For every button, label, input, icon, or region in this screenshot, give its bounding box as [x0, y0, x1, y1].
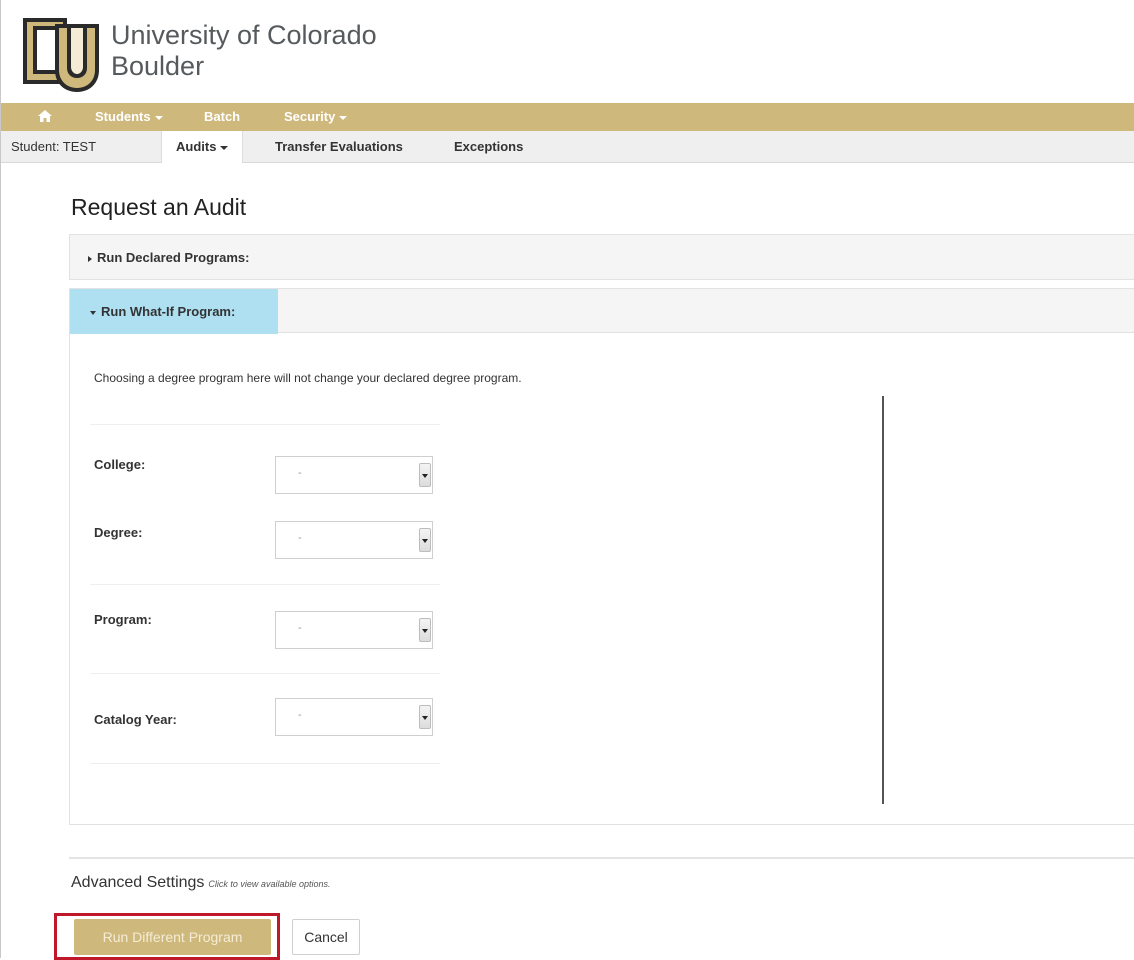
whatif-program-header[interactable]: Run What-If Program:	[70, 289, 278, 334]
university-name: University of Colorado Boulder	[111, 20, 377, 82]
catalog-year-select[interactable]: -	[275, 698, 433, 736]
nav-security[interactable]: Security	[284, 103, 348, 131]
row-divider	[90, 424, 440, 425]
nav-security-label: Security	[284, 109, 336, 124]
advanced-divider	[69, 857, 1134, 859]
run-different-program-button[interactable]: Run Different Program	[74, 919, 271, 955]
college-select-value: -	[298, 467, 302, 479]
primary-nav: Students Batch Security	[1, 103, 1134, 131]
whatif-program-panel: Run What-If Program: Choosing a degree p…	[69, 288, 1134, 825]
tab-audits[interactable]: Audits	[161, 131, 244, 163]
chevron-down-icon[interactable]	[419, 618, 431, 642]
home-icon[interactable]	[37, 103, 53, 131]
chevron-down-icon[interactable]	[419, 705, 431, 729]
university-name-line1: University of Colorado	[111, 20, 377, 50]
catalog-year-label: Catalog Year:	[94, 712, 177, 727]
nav-students[interactable]: Students	[95, 103, 163, 131]
catalog-year-select-value: -	[298, 709, 302, 721]
nav-batch-label: Batch	[204, 109, 241, 124]
cancel-button[interactable]: Cancel	[292, 919, 360, 955]
nav-batch[interactable]: Batch	[204, 103, 240, 131]
university-name-line2: Boulder	[111, 51, 205, 81]
row-divider	[90, 763, 440, 764]
declared-programs-panel[interactable]: Run Declared Programs:	[69, 234, 1134, 280]
tab-audits-label: Audits	[176, 139, 217, 154]
degree-select-value: -	[298, 532, 302, 544]
chevron-down-icon	[220, 145, 229, 150]
cu-logo-icon[interactable]	[17, 14, 103, 96]
tab-exceptions[interactable]: Exceptions	[454, 131, 523, 162]
caret-down-icon	[90, 310, 96, 315]
row-divider	[90, 584, 440, 585]
advanced-settings-hint: Click to view available options.	[208, 879, 331, 889]
declared-programs-label: Run Declared Programs:	[97, 250, 250, 265]
column-divider	[882, 396, 884, 804]
secondary-nav: Student: TEST Audits Transfer Evaluation…	[1, 131, 1134, 163]
tab-exceptions-label: Exceptions	[454, 139, 524, 154]
college-select[interactable]: -	[275, 456, 433, 494]
chevron-down-icon	[339, 115, 348, 120]
nav-students-label: Students	[95, 109, 151, 124]
chevron-down-icon[interactable]	[419, 463, 431, 487]
student-label: Student: TEST	[11, 139, 97, 154]
chevron-down-icon	[154, 115, 163, 120]
college-label: College:	[94, 457, 146, 472]
advanced-settings-toggle[interactable]: Advanced Settings Click to view available…	[71, 874, 330, 892]
degree-select[interactable]: -	[275, 521, 433, 559]
tab-transfer-evaluations-label: Transfer Evaluations	[275, 139, 403, 154]
whatif-notice: Choosing a degree program here will not …	[94, 371, 522, 385]
program-label: Program:	[94, 612, 152, 627]
page-title: Request an Audit	[71, 194, 247, 220]
declared-programs-header[interactable]: Run Declared Programs:	[88, 235, 249, 281]
degree-label: Degree:	[94, 525, 143, 540]
advanced-settings-label: Advanced Settings	[71, 874, 205, 891]
whatif-program-label: Run What-If Program:	[101, 304, 236, 319]
row-divider	[90, 673, 440, 674]
caret-right-icon	[88, 255, 92, 262]
tab-transfer-evaluations[interactable]: Transfer Evaluations	[275, 131, 403, 162]
site-header: University of Colorado Boulder	[1, 0, 1134, 103]
program-select-value: -	[298, 622, 302, 634]
program-select[interactable]: -	[275, 611, 433, 649]
chevron-down-icon[interactable]	[419, 528, 431, 552]
